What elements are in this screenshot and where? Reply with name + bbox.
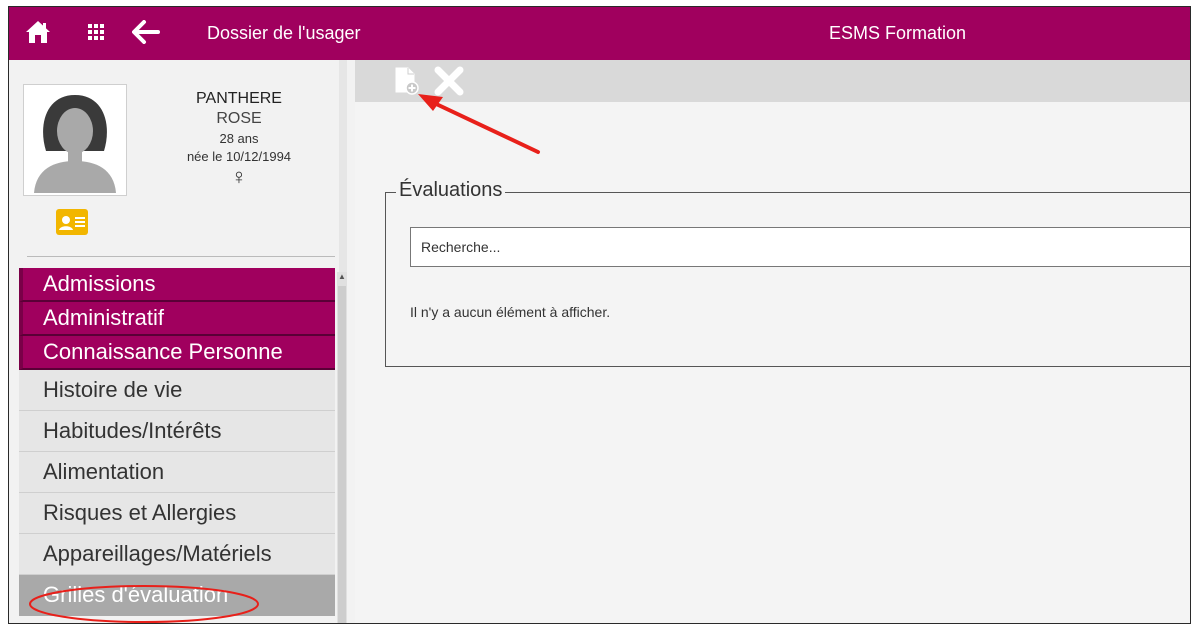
evaluations-legend: Évaluations [396,179,506,202]
new-document-icon[interactable] [393,66,421,96]
patient-age: 28 ans [219,131,259,146]
patient-birth-date: née le 10/12/1994 [186,149,292,164]
sidebar-item-histoire-de-vie[interactable]: Histoire de vie [19,370,335,411]
sidebar-menu: Admissions Administratif Connaissance Pe… [19,268,335,616]
sidebar-item-habitudes-interets[interactable]: Habitudes/Intérêts [19,411,335,452]
sidebar-scrollbar[interactable]: ▲ [337,272,347,623]
grid-icon[interactable] [81,17,111,47]
arrow-left-icon[interactable] [131,17,161,47]
organization-name: ESMS Formation [829,23,967,43]
sidebar-item-admissions[interactable]: Admissions [19,268,335,302]
sidebar-item-alimentation[interactable]: Alimentation [19,452,335,493]
main-panel: Évaluations Il n'y a aucun élément à aff… [355,102,1190,623]
scrollbar-thumb[interactable] [338,286,346,623]
avatar [23,84,127,196]
delete-icon[interactable] [433,66,465,96]
sidebar-item-risques-allergies[interactable]: Risques et Allergies [19,493,335,534]
patient-first-name: ROSE [216,110,262,127]
toolbar [355,60,1190,102]
home-icon[interactable] [23,17,53,47]
id-card-icon[interactable] [56,209,88,235]
sidebar-item-grilles-evaluation[interactable]: Grilles d'évaluation [19,575,335,616]
sidebar-item-appareillages-materiels[interactable]: Appareillages/Matériels [19,534,335,575]
scroll-up-icon[interactable]: ▲ [337,272,347,282]
top-bar: Dossier de l'usager ESMS Formation [9,7,1190,60]
sidebar-item-administratif[interactable]: Administratif [19,302,335,336]
sidebar-item-connaissance-personne[interactable]: Connaissance Personne [19,336,335,370]
sidebar-divider [27,256,335,257]
empty-message: Il n'y a aucun élément à afficher. [410,304,611,320]
evaluations-fieldset: Évaluations Il n'y a aucun élément à aff… [385,179,1190,367]
patient-last-name: PANTHERE [196,90,282,107]
sidebar: PANTHERE ROSE 28 ans née le 10/12/1994 ♀… [9,60,347,623]
search-input[interactable] [410,227,1190,267]
app-window: Dossier de l'usager ESMS Formation PANTH… [8,6,1191,624]
page-title: Dossier de l'usager [207,23,361,43]
female-icon: ♀ [230,164,248,189]
patient-info: PANTHERE ROSE 28 ans née le 10/12/1994 ♀ [159,90,319,190]
